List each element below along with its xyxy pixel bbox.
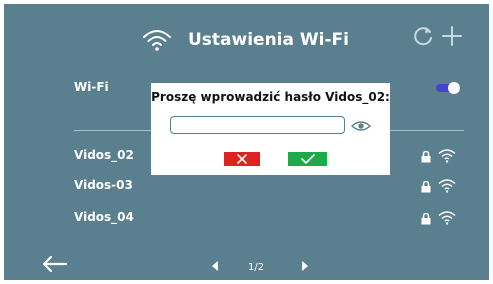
lock-icon xyxy=(421,180,431,193)
refresh-icon[interactable] xyxy=(411,24,435,48)
network-item-vidos-04[interactable]: Vidos_04 xyxy=(74,207,464,231)
wifi-settings-screen: Ustawienia Wi-Fi Wi-Fi Vidos_02 Vidos-03… xyxy=(4,4,489,280)
arrow-left-icon[interactable] xyxy=(40,254,68,274)
x-icon xyxy=(237,154,247,164)
toggle-knob xyxy=(448,82,460,94)
cancel-button[interactable] xyxy=(224,152,260,166)
dialog-prompt: Proszę wprowadzić hasło Vidos_02: xyxy=(151,90,390,104)
wifi-signal-icon xyxy=(438,211,456,225)
password-dialog: Proszę wprowadzić hasło Vidos_02: xyxy=(151,83,390,175)
wifi-label: Wi-Fi xyxy=(74,80,109,94)
header: Ustawienia Wi-Fi xyxy=(4,4,489,74)
triangle-left-icon[interactable] xyxy=(211,261,219,271)
plus-icon[interactable] xyxy=(441,25,463,47)
network-name: Vidos-03 xyxy=(74,178,133,192)
password-input[interactable] xyxy=(170,116,345,134)
triangle-right-icon[interactable] xyxy=(301,261,309,271)
page-title: Ustawienia Wi-Fi xyxy=(188,30,349,50)
wifi-icon xyxy=(143,30,171,51)
wifi-toggle[interactable] xyxy=(436,82,460,94)
check-icon xyxy=(300,154,315,164)
network-item-vidos-03[interactable]: Vidos-03 xyxy=(74,175,464,199)
footer: 1/2 xyxy=(4,252,489,280)
wifi-signal-icon xyxy=(438,149,456,163)
network-name: Vidos_04 xyxy=(74,210,134,224)
title-group: Ustawienia Wi-Fi xyxy=(142,25,349,55)
page-indicator: 1/2 xyxy=(248,262,265,273)
lock-icon xyxy=(421,212,431,225)
network-name: Vidos_02 xyxy=(74,148,134,162)
eye-icon[interactable] xyxy=(351,119,371,133)
lock-icon xyxy=(421,150,431,163)
confirm-button[interactable] xyxy=(288,152,327,166)
wifi-signal-icon xyxy=(438,179,456,193)
